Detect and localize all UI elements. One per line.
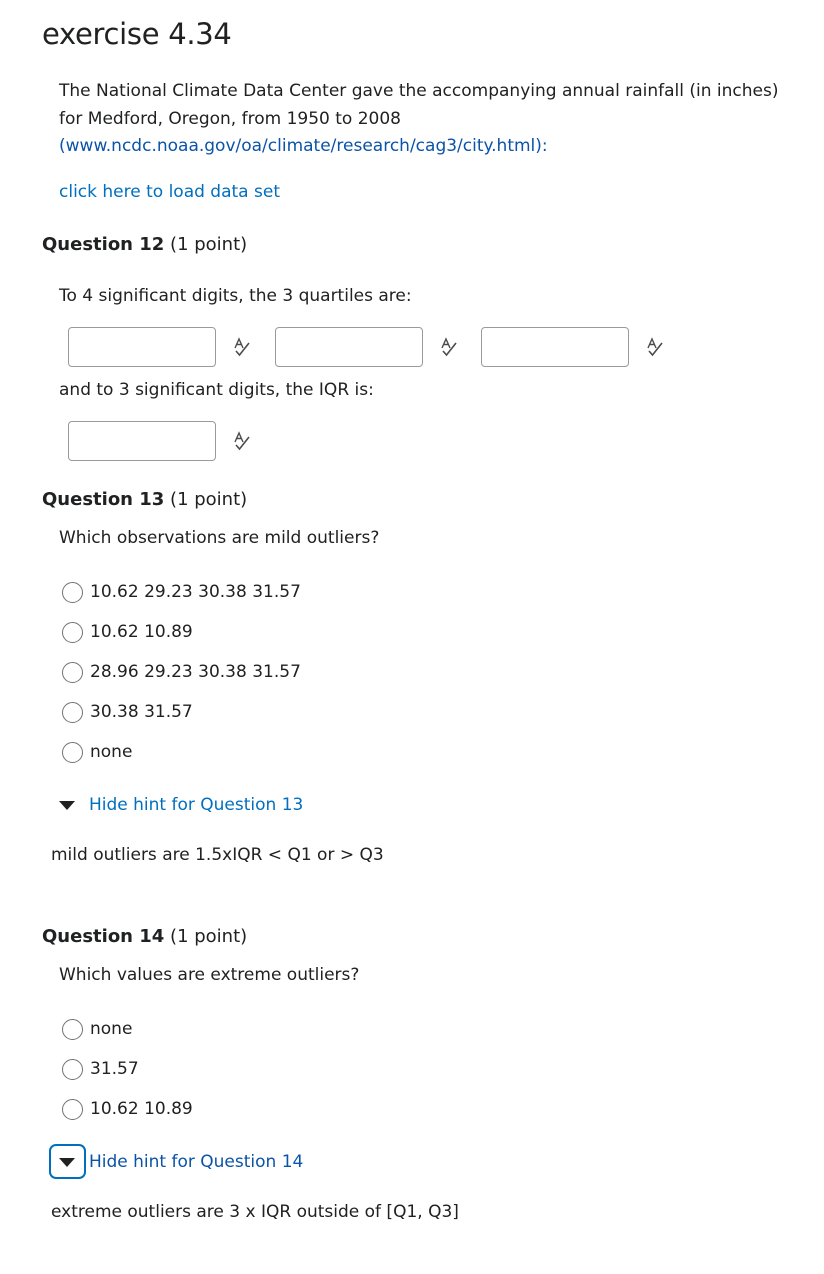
radio-button[interactable]	[62, 661, 83, 683]
option-label: none	[90, 1019, 133, 1039]
q13-option[interactable]: none	[62, 739, 132, 765]
radio-button[interactable]	[62, 581, 83, 603]
spellcheck-icon[interactable]	[439, 337, 459, 357]
exercise-intro: The National Climate Data Center gave th…	[59, 78, 789, 161]
q13-option[interactable]: 10.62 29.23 30.38 31.57	[62, 579, 301, 605]
option-label: 30.38 31.57	[90, 702, 193, 722]
spellcheck-icon[interactable]	[232, 337, 252, 357]
radio-button[interactable]	[62, 1058, 83, 1080]
q12-iqr-input[interactable]	[68, 421, 216, 461]
radio-button[interactable]	[62, 1098, 83, 1120]
option-label: 31.57	[90, 1059, 139, 1079]
q13-header: Question 13 (1 point)	[42, 488, 247, 512]
triangle-down-icon	[59, 800, 75, 810]
intro-text: The National Climate Data Center gave th…	[59, 81, 779, 129]
radio-button[interactable]	[62, 1018, 83, 1040]
spellcheck-icon[interactable]	[232, 431, 252, 451]
q12-points: (1 point)	[170, 234, 248, 255]
q13-points: (1 point)	[170, 489, 248, 510]
q14-hint-text: extreme outliers are 3 x IQR outside of …	[51, 1202, 459, 1222]
spellcheck-icon[interactable]	[645, 337, 665, 357]
q12-quartile-2-input[interactable]	[275, 327, 423, 367]
load-data-set-link[interactable]: click here to load data set	[59, 180, 280, 204]
hint-toggle-label: Hide hint for Question 14	[89, 1152, 304, 1172]
option-label: 28.96 29.23 30.38 31.57	[90, 662, 301, 682]
radio-button[interactable]	[62, 701, 83, 723]
source-link[interactable]: (www.ncdc.noaa.gov/oa/climate/research/c…	[59, 136, 548, 156]
radio-button[interactable]	[62, 621, 83, 643]
q13-option[interactable]: 30.38 31.57	[62, 699, 193, 725]
q14-option[interactable]: 31.57	[62, 1056, 139, 1082]
q13-option[interactable]: 10.62 10.89	[62, 619, 193, 645]
q13-hint-text: mild outliers are 1.5xIQR < Q1 or > Q3	[51, 845, 384, 865]
option-label: 10.62 29.23 30.38 31.57	[90, 582, 301, 602]
q12-prompt: To 4 significant digits, the 3 quartiles…	[59, 286, 412, 306]
q12-number: Question 12	[42, 234, 165, 255]
q13-hint-toggle[interactable]: Hide hint for Question 13	[59, 793, 303, 817]
q12-quartile-3-input[interactable]	[481, 327, 629, 367]
q12-quartile-1-input[interactable]	[68, 327, 216, 367]
q14-option[interactable]: none	[62, 1016, 132, 1042]
hint-toggle-label: Hide hint for Question 13	[89, 795, 304, 815]
q13-prompt: Which observations are mild outliers?	[59, 528, 380, 548]
q14-prompt: Which values are extreme outliers?	[59, 965, 360, 985]
option-label: none	[90, 742, 133, 762]
exercise-title: exercise 4.34	[42, 17, 232, 51]
q14-number: Question 14	[42, 926, 165, 947]
radio-button[interactable]	[62, 741, 83, 763]
q12-header: Question 12 (1 point)	[42, 233, 247, 257]
q14-header: Question 14 (1 point)	[42, 925, 247, 949]
option-label: 10.62 10.89	[90, 622, 193, 642]
q14-option[interactable]: 10.62 10.89	[62, 1096, 193, 1122]
triangle-down-icon	[59, 1157, 75, 1167]
q13-option[interactable]: 28.96 29.23 30.38 31.57	[62, 659, 301, 685]
option-label: 10.62 10.89	[90, 1099, 193, 1119]
q14-points: (1 point)	[170, 926, 248, 947]
q13-number: Question 13	[42, 489, 165, 510]
q12-iqr-prompt: and to 3 significant digits, the IQR is:	[59, 380, 374, 400]
q14-hint-toggle[interactable]: Hide hint for Question 14	[59, 1150, 303, 1174]
